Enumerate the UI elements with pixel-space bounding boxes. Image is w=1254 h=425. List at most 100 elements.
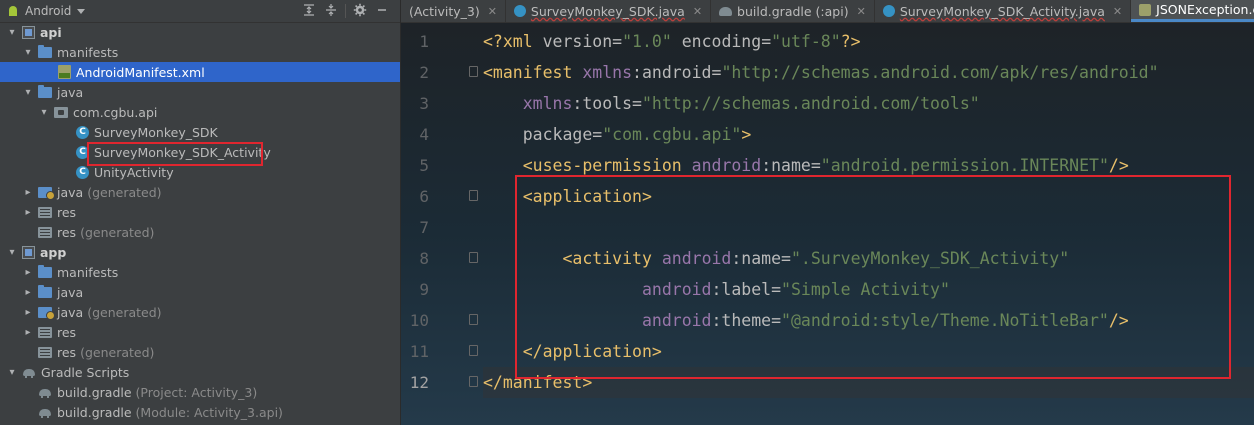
chevron-right-icon[interactable]: ▸	[22, 286, 34, 298]
tree-item-suffix: (Module: Activity_3.api)	[135, 404, 283, 420]
line-number: 5	[419, 156, 429, 175]
chevron-down-icon[interactable]	[77, 8, 86, 14]
tree-item-surveymonkey-sdk[interactable]: C SurveyMonkey_SDK	[0, 122, 400, 142]
project-tree: ▾ api ▾ manifests AndroidManifest.xml ▾ …	[0, 22, 400, 422]
minimize-icon[interactable]	[374, 3, 390, 19]
tab-jsonexception-class[interactable]: JSONException.class	[1131, 0, 1254, 22]
chevron-down-icon[interactable]: ▾	[6, 366, 18, 378]
tree-item-androidmanifest[interactable]: AndroidManifest.xml	[0, 62, 400, 82]
tree-item-label: AndroidManifest.xml	[76, 64, 205, 80]
tree-item-app-res[interactable]: ▸ res	[0, 322, 400, 342]
line-number: 8	[419, 249, 429, 268]
fold-marker-icon[interactable]	[469, 345, 478, 356]
folder-icon	[38, 284, 52, 298]
chevron-right-icon[interactable]: ▸	[22, 306, 34, 318]
chevron-down-icon[interactable]: ▾	[22, 46, 34, 58]
chevron-right-icon[interactable]: ▸	[22, 266, 34, 278]
chevron-right-icon[interactable]: ▸	[22, 206, 34, 218]
tab-label: SurveyMonkey_SDK_Activity.java	[899, 3, 1105, 19]
class-icon	[882, 5, 895, 17]
code-line[interactable]: android:theme="@android:style/Theme.NoTi…	[483, 305, 1254, 336]
line-number-gutter: 1 2 3 4 5 6 7 8 9 10 11 12	[401, 26, 461, 425]
folder-icon	[38, 44, 52, 58]
code-area[interactable]: <?xml version="1.0" encoding="utf-8"?> <m…	[483, 26, 1254, 398]
tree-item-app-module[interactable]: ▾ app	[0, 242, 400, 262]
chevron-down-icon[interactable]: ▾	[22, 86, 34, 98]
class-icon: C	[76, 125, 89, 139]
line-number: 1	[419, 32, 429, 51]
code-line[interactable]: package="com.cgbu.api">	[483, 119, 1254, 150]
chevron-down-icon[interactable]: ▾	[6, 246, 18, 258]
tree-item-gradle-scripts[interactable]: ▾ Gradle Scripts	[0, 362, 400, 382]
chevron-down-icon[interactable]: ▾	[6, 26, 18, 38]
tab-surveymonkey-sdk-java[interactable]: SurveyMonkey_SDK.java ✕	[506, 0, 712, 22]
class-icon: C	[76, 165, 89, 179]
tree-item-unityactivity[interactable]: C UnityActivity	[0, 162, 400, 182]
tab-activity-3[interactable]: (Activity_3) ✕	[401, 0, 506, 22]
line-number: 10	[409, 311, 429, 330]
tree-item-label: com.cgbu.api	[73, 104, 158, 120]
tree-item-app-java-generated[interactable]: ▸ java (generated)	[0, 302, 400, 322]
tree-item-app-java[interactable]: ▸ java	[0, 282, 400, 302]
tree-item-manifests[interactable]: ▾ manifests	[0, 42, 400, 62]
fold-marker-icon[interactable]	[469, 314, 478, 325]
project-panel-header: Android	[0, 0, 400, 23]
code-line[interactable]: android:label="Simple Activity"	[483, 274, 1254, 305]
tree-item-res[interactable]: ▸ res	[0, 202, 400, 222]
close-icon[interactable]: ✕	[1113, 5, 1122, 18]
close-icon[interactable]: ✕	[857, 5, 866, 18]
fold-marker-icon[interactable]	[469, 190, 478, 201]
res-folder-icon	[38, 226, 52, 238]
code-line[interactable]: <application>	[483, 181, 1254, 212]
close-icon[interactable]: ✕	[488, 5, 497, 18]
line-number: 3	[419, 94, 429, 113]
tree-item-label: app	[40, 244, 67, 260]
close-icon[interactable]: ✕	[693, 5, 702, 18]
tab-surveymonkey-sdk-activity-java[interactable]: SurveyMonkey_SDK_Activity.java ✕	[875, 0, 1132, 22]
project-toolbar	[301, 3, 390, 19]
res-folder-icon	[38, 206, 52, 218]
tree-item-app-manifests[interactable]: ▸ manifests	[0, 262, 400, 282]
fold-marker-icon[interactable]	[469, 66, 478, 77]
tree-item-res-generated[interactable]: res (generated)	[0, 222, 400, 242]
tree-item-build-gradle-project[interactable]: build.gradle (Project: Activity_3)	[0, 382, 400, 402]
tree-item-label: java	[57, 184, 84, 200]
collapse-all-icon[interactable]	[301, 3, 317, 19]
code-line[interactable]: </manifest>	[483, 367, 1254, 398]
tree-item-java[interactable]: ▾ java	[0, 82, 400, 102]
fold-marker-icon[interactable]	[469, 376, 478, 387]
code-line[interactable]: <manifest xmlns:android="http://schemas.…	[483, 57, 1254, 88]
fold-marker-icon[interactable]	[469, 252, 478, 263]
line-number: 6	[419, 187, 429, 206]
code-line[interactable]: <?xml version="1.0" encoding="utf-8"?>	[483, 26, 1254, 57]
chevron-down-icon[interactable]: ▾	[38, 106, 50, 118]
res-folder-icon	[38, 326, 52, 338]
tree-item-api-module[interactable]: ▾ api	[0, 22, 400, 42]
chevron-right-icon[interactable]: ▸	[22, 186, 34, 198]
tree-item-label: res	[57, 324, 77, 340]
tree-item-label: UnityActivity	[94, 164, 174, 180]
line-number: 9	[419, 280, 429, 299]
code-line[interactable]: </application>	[483, 336, 1254, 367]
tab-build-gradle-api[interactable]: build.gradle (:api) ✕	[711, 0, 875, 22]
tree-item-java-generated[interactable]: ▸ java (generated)	[0, 182, 400, 202]
editor-tabs: (Activity_3) ✕ SurveyMonkey_SDK.java ✕ b…	[401, 0, 1254, 23]
chevron-right-icon[interactable]: ▸	[22, 326, 34, 338]
line-number: 11	[409, 342, 429, 361]
code-line[interactable]: <activity android:name=".SurveyMonkey_SD…	[483, 243, 1254, 274]
project-view-selector[interactable]: Android	[25, 4, 71, 18]
gradle-icon	[719, 6, 733, 16]
tree-item-package[interactable]: ▾ com.cgbu.api	[0, 102, 400, 122]
code-line[interactable]: xmlns:tools="http://schemas.android.com/…	[483, 88, 1254, 119]
expand-all-icon[interactable]	[323, 3, 339, 19]
toolbar-divider	[345, 4, 346, 18]
code-line[interactable]: <uses-permission android:name="android.p…	[483, 150, 1254, 181]
module-icon	[22, 25, 35, 39]
code-line[interactable]	[483, 212, 1254, 243]
tree-item-app-res-generated[interactable]: res (generated)	[0, 342, 400, 362]
gear-icon[interactable]	[352, 3, 368, 19]
tree-item-build-gradle-module[interactable]: build.gradle (Module: Activity_3.api)	[0, 402, 400, 422]
android-icon	[6, 6, 20, 16]
tree-item-surveymonkey-sdk-activity[interactable]: C SurveyMonkey_SDK_Activity	[0, 142, 400, 162]
code-editor: (Activity_3) ✕ SurveyMonkey_SDK.java ✕ b…	[401, 0, 1254, 425]
